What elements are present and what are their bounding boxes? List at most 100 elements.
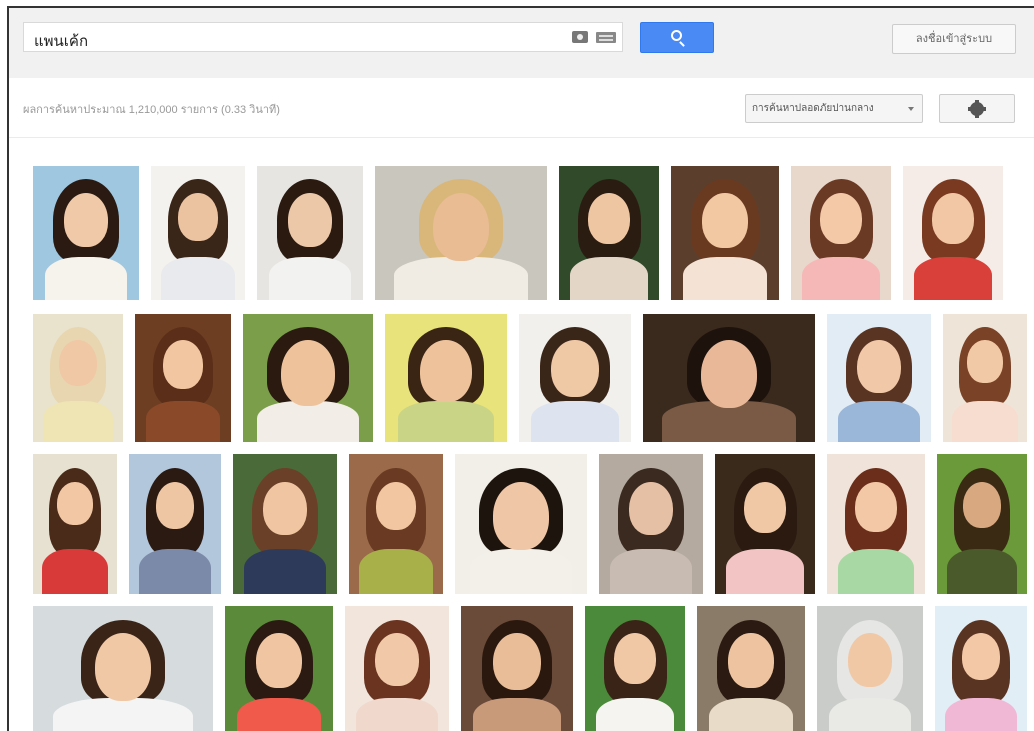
image-result-thumbnail[interactable] <box>33 606 213 731</box>
image-result-thumbnail[interactable] <box>461 606 573 731</box>
thumbnail-body-shape <box>236 697 322 731</box>
thumbnail-face-shape <box>744 482 786 534</box>
image-result-thumbnail[interactable] <box>585 606 685 731</box>
keyboard-icon[interactable] <box>596 32 616 43</box>
thumbnail-face-shape <box>857 339 901 393</box>
thumbnail-body-shape <box>708 697 794 731</box>
thumbnail-body-shape <box>802 257 880 300</box>
thumbnail-body-shape <box>952 401 1018 442</box>
image-result-thumbnail[interactable] <box>151 166 245 300</box>
thumbnail-face-shape <box>701 339 757 408</box>
image-result-thumbnail[interactable] <box>827 454 925 594</box>
thumbnail-body-shape <box>145 401 221 442</box>
thumbnail-body-shape <box>42 549 108 594</box>
thumbnail-body-shape <box>570 257 648 300</box>
results-toolbar: ผลการค้นหาประมาณ 1,210,000 รายการ (0.33 … <box>9 78 1034 138</box>
image-result-thumbnail[interactable] <box>519 314 631 442</box>
thumbnail-face-shape <box>263 482 307 536</box>
thumbnail-body-shape <box>244 549 326 594</box>
image-result-thumbnail[interactable] <box>671 166 779 300</box>
thumbnail-face-shape <box>155 482 195 530</box>
thumbnail-body-shape <box>139 549 211 594</box>
chevron-down-icon <box>908 107 914 111</box>
thumbnail-face-shape <box>95 633 151 702</box>
image-result-thumbnail[interactable] <box>233 454 337 594</box>
thumbnail-face-shape <box>963 482 1001 529</box>
signin-button[interactable]: ลงชื่อเข้าสู่ระบบ <box>892 24 1016 54</box>
image-result-thumbnail[interactable] <box>715 454 815 594</box>
thumbnail-face-shape <box>287 192 333 248</box>
image-result-thumbnail[interactable] <box>455 454 587 594</box>
image-result-thumbnail[interactable] <box>243 314 373 442</box>
safesearch-dropdown[interactable]: การค้นหาปลอดภัยปานกลาง <box>745 94 923 123</box>
thumbnail-body-shape <box>44 257 128 300</box>
thumbnail-body-shape <box>42 401 114 442</box>
image-result-thumbnail[interactable] <box>697 606 805 731</box>
image-result-thumbnail[interactable] <box>817 606 923 731</box>
thumbnail-face-shape <box>932 192 974 245</box>
thumbnail-face-shape <box>178 192 218 241</box>
image-result-thumbnail[interactable] <box>935 606 1027 731</box>
thumbnail-face-shape <box>855 482 897 533</box>
image-result-thumbnail[interactable] <box>943 314 1027 442</box>
search-button[interactable] <box>640 22 714 53</box>
thumbnail-body-shape <box>531 401 619 442</box>
search-icon <box>671 30 682 41</box>
image-results-grid <box>9 138 1034 731</box>
image-result-thumbnail[interactable] <box>129 454 221 594</box>
thumbnail-face-shape <box>702 192 748 249</box>
image-result-thumbnail[interactable] <box>599 454 703 594</box>
thumbnail-face-shape <box>820 192 862 245</box>
thumbnail-face-shape <box>493 482 549 550</box>
thumbnail-body-shape <box>161 257 235 300</box>
image-result-thumbnail[interactable] <box>385 314 507 442</box>
thumbnail-face-shape <box>847 633 893 688</box>
browser-frame: แพนเค้ก ลงชื่อเข้าสู่ระบบ ผลการค้นหาประม… <box>7 6 1034 731</box>
thumbnail-face-shape <box>59 339 97 386</box>
settings-button[interactable] <box>939 94 1015 123</box>
search-input[interactable]: แพนเค้ก <box>23 22 623 52</box>
thumbnail-body-shape <box>946 549 1018 594</box>
thumbnail-face-shape <box>614 633 656 685</box>
gear-icon <box>968 100 986 118</box>
thumbnail-body-shape <box>945 697 1017 731</box>
thumbnail-face-shape <box>63 192 109 248</box>
image-result-thumbnail[interactable] <box>345 606 449 731</box>
image-result-thumbnail[interactable] <box>349 454 443 594</box>
thumbnail-body-shape <box>359 549 433 594</box>
camera-icon[interactable] <box>572 31 588 43</box>
thumbnail-face-shape <box>280 339 336 407</box>
result-stats: ผลการค้นหาประมาณ 1,210,000 รายการ (0.33 … <box>23 104 280 116</box>
search-query-text: แพนเค้ก <box>34 33 89 50</box>
image-result-thumbnail[interactable] <box>937 454 1027 594</box>
image-result-thumbnail[interactable] <box>375 166 547 300</box>
thumbnail-face-shape <box>420 339 472 403</box>
image-result-thumbnail[interactable] <box>33 454 117 594</box>
image-result-thumbnail[interactable] <box>791 166 891 300</box>
thumbnail-body-shape <box>682 257 768 300</box>
thumbnail-face-shape <box>629 482 673 536</box>
thumbnail-face-shape <box>728 633 774 689</box>
image-result-thumbnail[interactable] <box>33 314 123 442</box>
thumbnail-face-shape <box>256 633 302 689</box>
image-result-thumbnail[interactable] <box>827 314 931 442</box>
thumbnail-body-shape <box>596 697 674 731</box>
image-result-thumbnail[interactable] <box>903 166 1003 300</box>
thumbnail-body-shape <box>838 401 920 442</box>
thumbnail-body-shape <box>398 401 494 442</box>
thumbnail-body-shape <box>610 549 692 594</box>
image-result-thumbnail[interactable] <box>33 166 139 300</box>
thumbnail-face-shape <box>375 633 419 687</box>
thumbnail-face-shape <box>433 192 489 262</box>
thumbnail-face-shape <box>493 633 541 691</box>
thumbnail-face-shape <box>967 339 1003 383</box>
image-result-thumbnail[interactable] <box>257 166 363 300</box>
image-result-thumbnail[interactable] <box>225 606 333 731</box>
thumbnail-body-shape <box>469 549 573 594</box>
image-result-thumbnail[interactable] <box>135 314 231 442</box>
thumbnail-body-shape <box>257 401 359 442</box>
image-result-thumbnail[interactable] <box>559 166 659 300</box>
thumbnail-face-shape <box>376 482 416 531</box>
image-result-thumbnail[interactable] <box>643 314 815 442</box>
thumbnail-face-shape <box>551 339 599 397</box>
